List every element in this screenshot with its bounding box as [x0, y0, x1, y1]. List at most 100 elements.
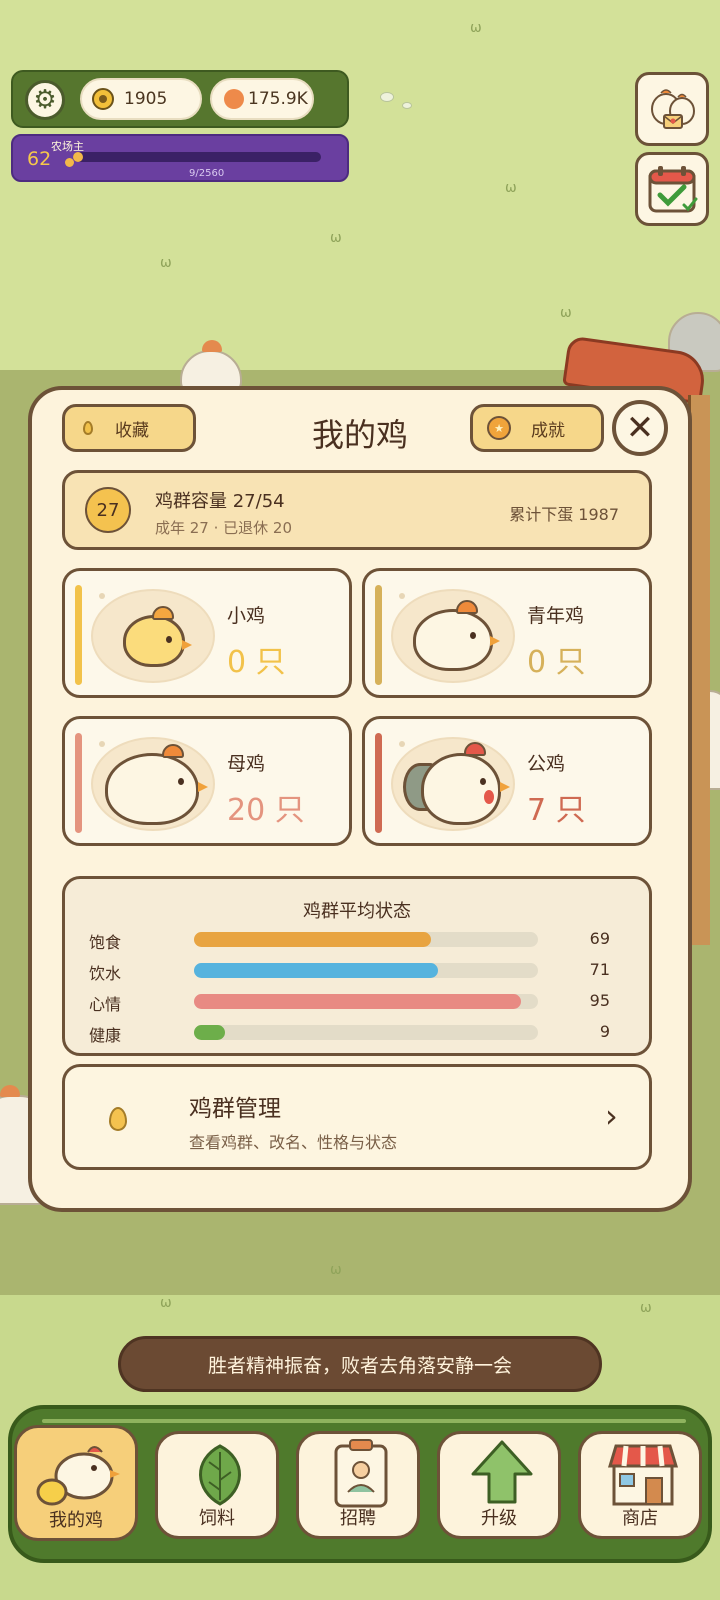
nav-label: 升级 — [481, 1508, 517, 1529]
flock-capacity-panel: 27 鸡群容量 27/54 成年 27 · 已退休 20 累计下蛋 1987 — [62, 470, 652, 550]
decor-dot — [99, 741, 105, 747]
stat-track-mood — [194, 994, 538, 1009]
settings-button[interactable]: ⚙ — [25, 80, 65, 120]
golden-egg-icon — [109, 1107, 127, 1131]
management-subtitle: 查看鸡群、改名、性格与状态 — [189, 1133, 398, 1152]
shop-icon — [607, 1444, 679, 1506]
daily-checkin-button[interactable] — [635, 152, 709, 226]
category-name: 青年鸡 — [527, 605, 585, 627]
bottom-navigation: 我的鸡 饲料 招聘 升级 商店 — [8, 1405, 712, 1563]
capacity-badge: 27 — [85, 487, 131, 533]
leaf-icon — [199, 1444, 241, 1506]
nav-upgrade[interactable]: 升级 — [437, 1431, 561, 1539]
stat-track-water — [194, 963, 538, 978]
close-icon: ✕ — [625, 408, 655, 448]
coin-icon — [92, 88, 114, 110]
stat-fill-health — [194, 1025, 225, 1040]
category-stripe — [375, 733, 382, 833]
category-card-rooster[interactable]: 公鸡 7 只 — [362, 716, 652, 846]
category-count: 7 只 — [527, 793, 586, 828]
chevron-right-icon: › — [605, 1097, 618, 1135]
close-button[interactable]: ✕ — [612, 400, 668, 456]
my-chickens-modal: 收藏 我的鸡 ★ 成就 ✕ 27 鸡群容量 27/54 成年 27 · 已退休 … — [28, 386, 692, 1212]
nav-decor-stripe — [42, 1419, 686, 1423]
pebble — [380, 92, 394, 102]
grass-tuft: ѡ — [640, 1300, 652, 1316]
stat-value-satiety: 69 — [589, 929, 610, 948]
gold-amount: 1905 — [124, 89, 168, 109]
chicken-icon — [36, 1446, 120, 1506]
stat-value-water: 71 — [589, 960, 610, 979]
decor-dot — [399, 741, 405, 747]
gem-counter[interactable]: 175.9K — [210, 78, 314, 120]
level-bar[interactable]: 农场主 62 9/2560 — [11, 134, 349, 182]
grass-tuft: ѡ — [330, 1262, 342, 1278]
grass-tuft: ѡ — [160, 255, 172, 271]
stat-track-health — [194, 1025, 538, 1040]
flock-management-button[interactable]: 鸡群管理 查看鸡群、改名、性格与状态 › — [62, 1064, 652, 1170]
stat-label-mood: 心情 — [89, 995, 122, 1014]
grass-tuft: ѡ — [470, 20, 482, 36]
stat-fill-water — [194, 963, 439, 978]
stat-label-water: 饮水 — [89, 964, 122, 983]
category-name: 母鸡 — [227, 753, 266, 775]
message-toast: 胜者精神振奋，败者去角落安静一会 — [118, 1336, 602, 1392]
flock-average-status: 鸡群平均状态 饱食 69 饮水 71 心情 95 健康 9 — [62, 876, 652, 1056]
xp-numbers: 9/2560 — [189, 168, 225, 179]
field-background-top — [0, 0, 720, 370]
category-count: 20 只 — [227, 793, 305, 828]
nav-label: 商店 — [622, 1508, 658, 1529]
calendar-check-icon — [648, 166, 698, 213]
stat-value-health: 9 — [599, 1022, 610, 1041]
category-card-hen[interactable]: 母鸡 20 只 — [62, 716, 352, 846]
decor-dot — [99, 593, 105, 599]
stat-track-satiety — [194, 932, 538, 947]
achievement-label: 成就 — [531, 420, 565, 441]
status-title: 鸡群平均状态 — [303, 901, 411, 922]
category-card-young-chicken[interactable]: 青年鸡 0 只 — [362, 568, 652, 698]
gold-counter[interactable]: 1905 — [80, 78, 202, 120]
management-title: 鸡群管理 — [189, 1096, 281, 1122]
grass-tuft: ѡ — [160, 1295, 172, 1311]
category-name: 小鸡 — [227, 605, 266, 627]
category-count: 0 只 — [527, 645, 586, 680]
chicken-mail-icon — [651, 89, 695, 129]
hen-icon — [105, 744, 208, 825]
nav-recruit[interactable]: 招聘 — [296, 1431, 420, 1539]
rooster-icon — [421, 742, 510, 825]
pebble — [402, 102, 412, 109]
nav-shop[interactable]: 商店 — [578, 1431, 702, 1539]
gem-amount: 175.9K — [248, 89, 308, 109]
category-count: 0 只 — [227, 645, 286, 680]
total-eggs: 累计下蛋 1987 — [509, 505, 619, 524]
grass-tuft: ѡ — [505, 180, 517, 196]
stat-fill-satiety — [194, 932, 432, 947]
grass-tuft: ѡ — [330, 230, 342, 246]
stat-fill-mood — [194, 994, 521, 1009]
nav-label: 饲料 — [199, 1508, 235, 1529]
hen-portrait — [91, 737, 215, 831]
stat-value-mood: 95 — [589, 991, 610, 1010]
nav-feed[interactable]: 饲料 — [155, 1431, 279, 1539]
chicken-mail-button[interactable] — [635, 72, 709, 146]
stat-label-satiety: 饱食 — [89, 933, 122, 952]
achievement-button[interactable]: ★ 成就 — [470, 404, 604, 452]
nav-my-chickens[interactable]: 我的鸡 — [14, 1425, 138, 1541]
capacity-title: 鸡群容量 27/54 — [155, 491, 285, 512]
chick-portrait — [91, 589, 215, 683]
xp-progress-fill — [73, 152, 83, 162]
category-card-chick[interactable]: 小鸡 0 只 — [62, 568, 352, 698]
gear-icon: ⚙ — [33, 85, 57, 115]
grass-tuft: ѡ — [560, 305, 572, 321]
badge-icon — [334, 1439, 388, 1508]
xp-progress-track — [73, 152, 321, 162]
star-icon: ★ — [487, 416, 511, 440]
arrow-up-icon — [471, 1440, 533, 1504]
young-chicken-portrait — [391, 589, 515, 683]
player-level: 62 — [27, 148, 52, 170]
gem-icon — [224, 89, 244, 109]
resource-bar: ⚙ 1905 175.9K — [11, 70, 349, 128]
category-stripe — [375, 585, 382, 685]
category-stripe — [75, 733, 82, 833]
young-chicken-icon — [413, 600, 500, 671]
